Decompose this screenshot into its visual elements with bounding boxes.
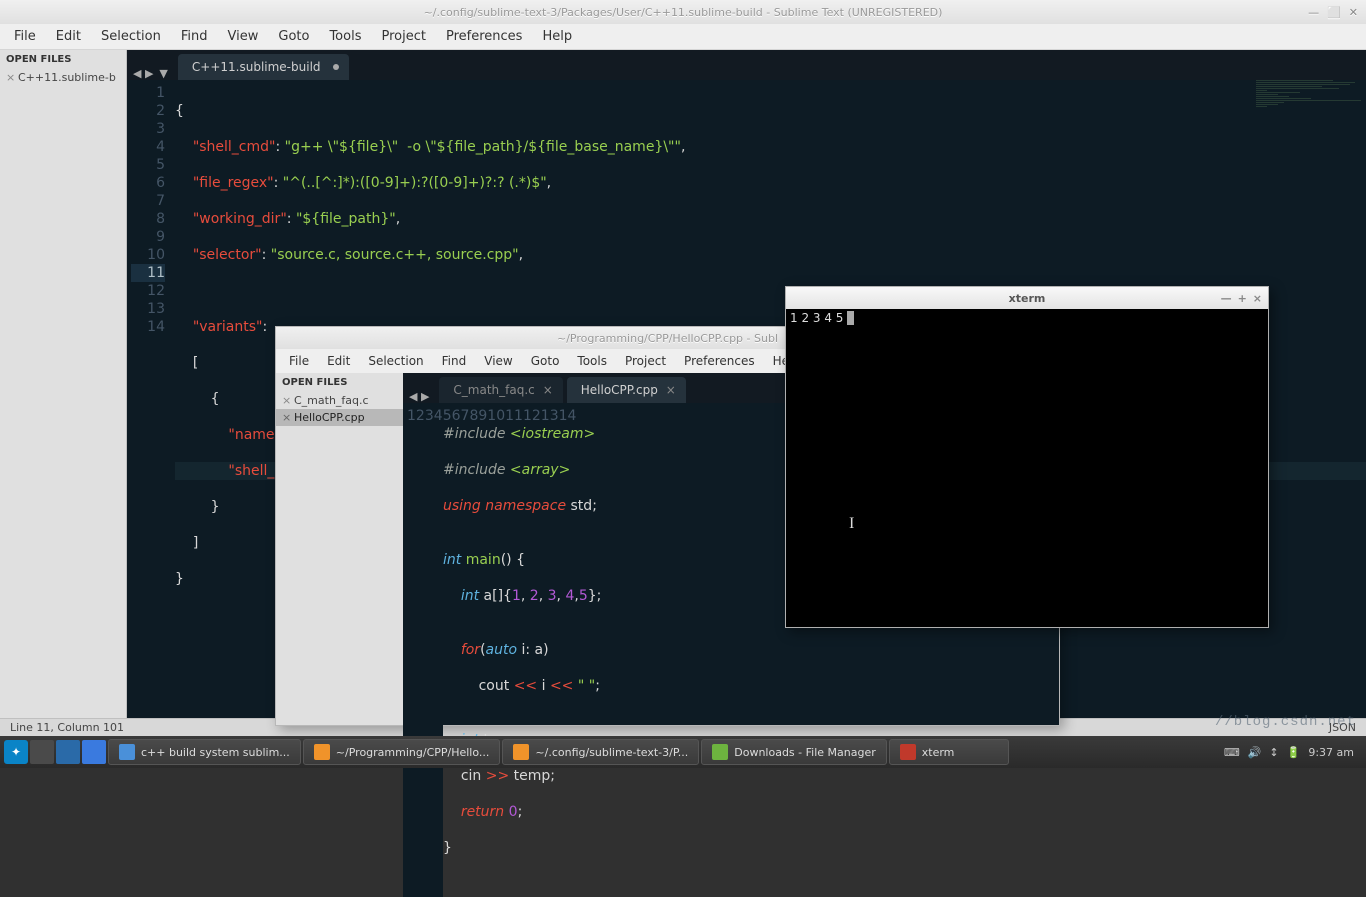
- menu-help[interactable]: Help: [532, 25, 582, 48]
- menu-tools[interactable]: Tools: [319, 25, 371, 48]
- main-title: ~/.config/sublime-text-3/Packages/User/C…: [424, 6, 943, 19]
- terminal-launcher-icon[interactable]: [56, 740, 80, 764]
- xterm-window: xterm — + × 1 2 3 4 5 I: [785, 286, 1269, 628]
- xterm-body[interactable]: 1 2 3 4 5 I: [786, 309, 1268, 627]
- browser-icon: [119, 744, 135, 760]
- menu-goto[interactable]: Goto: [268, 25, 319, 48]
- tray-clock[interactable]: 9:37 am: [1308, 746, 1354, 759]
- close-icon[interactable]: ×: [1253, 292, 1262, 305]
- sub-sidebar-header: OPEN FILES: [276, 373, 403, 392]
- xterm-cursor-icon: [847, 311, 854, 325]
- tab-label: C++11.sublime-build: [192, 60, 321, 74]
- xterm-output: 1 2 3 4 5: [790, 311, 847, 325]
- gutter: 1234567891011121314: [127, 80, 175, 628]
- tab-bar: ◀ ▶ ▼ C++11.sublime-build: [127, 50, 1366, 80]
- menu-edit[interactable]: Edit: [46, 25, 91, 48]
- menu-preferences[interactable]: Preferences: [436, 25, 532, 48]
- file-manager-launcher-icon[interactable]: [30, 740, 54, 764]
- xterm-controls: — + ×: [1221, 292, 1262, 305]
- task-browser[interactable]: c++ build system sublim...: [108, 739, 301, 765]
- menu-project[interactable]: Project: [371, 25, 435, 48]
- tray-battery-icon[interactable]: 🔋: [1287, 746, 1301, 759]
- sublime-icon: [513, 744, 529, 760]
- sub-menu-project[interactable]: Project: [616, 351, 675, 371]
- sub-menu-file[interactable]: File: [280, 351, 318, 371]
- sub-menu-goto[interactable]: Goto: [522, 351, 569, 371]
- start-button[interactable]: ✦: [4, 740, 28, 764]
- tab-label: C_math_faq.c: [453, 383, 534, 397]
- tab-dirty-icon: [333, 64, 339, 70]
- menu-find[interactable]: Find: [171, 25, 218, 48]
- menu-view[interactable]: View: [218, 25, 269, 48]
- open-file-item[interactable]: C++11.sublime-b: [0, 69, 126, 86]
- tab-label: HelloCPP.cpp: [581, 383, 658, 397]
- sub-menu-preferences[interactable]: Preferences: [675, 351, 764, 371]
- sub-tab-1[interactable]: C_math_faq.c ×: [439, 377, 562, 403]
- sub-gutter: 1234567891011121314: [403, 403, 443, 897]
- sub-menu-view[interactable]: View: [475, 351, 521, 371]
- status-position: Line 11, Column 101: [10, 721, 124, 734]
- xterm-title: xterm: [1009, 292, 1046, 305]
- sub-tab-2[interactable]: HelloCPP.cpp ×: [567, 377, 686, 403]
- task-sublime-2[interactable]: ~/.config/sublime-text-3/P...: [502, 739, 699, 765]
- sublime-icon: [314, 744, 330, 760]
- sub-sidebar: OPEN FILES C_math_faq.c HelloCPP.cpp: [276, 373, 403, 725]
- sub-open-file-2[interactable]: HelloCPP.cpp: [276, 409, 403, 426]
- tab-close-icon[interactable]: ×: [543, 383, 553, 397]
- minimap[interactable]: [1256, 80, 1366, 340]
- xterm-titlebar[interactable]: xterm — + ×: [786, 287, 1268, 309]
- tab-nav-arrows[interactable]: ◀ ▶ ▼: [127, 67, 174, 80]
- menu-selection[interactable]: Selection: [91, 25, 171, 48]
- sidebar: OPEN FILES C++11.sublime-b: [0, 50, 127, 718]
- browser-launcher-icon[interactable]: [82, 740, 106, 764]
- sub-tab-nav-arrows[interactable]: ◀ ▶: [403, 390, 435, 403]
- sub-menu-selection[interactable]: Selection: [359, 351, 432, 371]
- menu-file[interactable]: File: [4, 25, 46, 48]
- close-icon[interactable]: ✕: [1349, 6, 1358, 19]
- tray-volume-icon[interactable]: 🔊: [1248, 746, 1262, 759]
- main-menubar: File Edit Selection Find View Goto Tools…: [0, 24, 1366, 50]
- tray-network-icon[interactable]: ↕: [1269, 746, 1278, 759]
- tray-keyboard-icon[interactable]: ⌨: [1224, 746, 1240, 759]
- sub-open-file-1[interactable]: C_math_faq.c: [276, 392, 403, 409]
- main-titlebar[interactable]: ~/.config/sublime-text-3/Packages/User/C…: [0, 0, 1366, 24]
- tab-active[interactable]: C++11.sublime-build: [178, 54, 349, 80]
- system-tray: ⌨ 🔊 ↕ 🔋 9:37 am: [1224, 746, 1362, 759]
- minimize-icon[interactable]: —: [1221, 292, 1232, 305]
- minimize-icon[interactable]: —: [1308, 6, 1319, 19]
- taskbar: ✦ c++ build system sublim... ~/Programmi…: [0, 736, 1366, 768]
- sub-menu-tools[interactable]: Tools: [568, 351, 616, 371]
- task-file-manager[interactable]: Downloads - File Manager: [701, 739, 887, 765]
- maximize-icon[interactable]: +: [1238, 292, 1247, 305]
- sidebar-header: OPEN FILES: [0, 50, 126, 69]
- maximize-icon[interactable]: ⬜: [1327, 6, 1341, 19]
- sub-code-content[interactable]: #include <iostream> #include <array> usi…: [443, 403, 601, 897]
- folder-icon: [712, 744, 728, 760]
- xterm-icon: [900, 744, 916, 760]
- sub-menu-find[interactable]: Find: [433, 351, 476, 371]
- window-controls: — ⬜ ✕: [1308, 6, 1358, 19]
- text-cursor-icon: I: [849, 515, 854, 533]
- watermark: //blog.csdn.net: [1215, 714, 1356, 730]
- sub-menu-edit[interactable]: Edit: [318, 351, 359, 371]
- tab-close-icon[interactable]: ×: [666, 383, 676, 397]
- task-sublime-1[interactable]: ~/Programming/CPP/Hello...: [303, 739, 501, 765]
- sub-title: ~/Programming/CPP/HelloCPP.cpp - Subl: [557, 332, 778, 345]
- task-xterm[interactable]: xterm: [889, 739, 1009, 765]
